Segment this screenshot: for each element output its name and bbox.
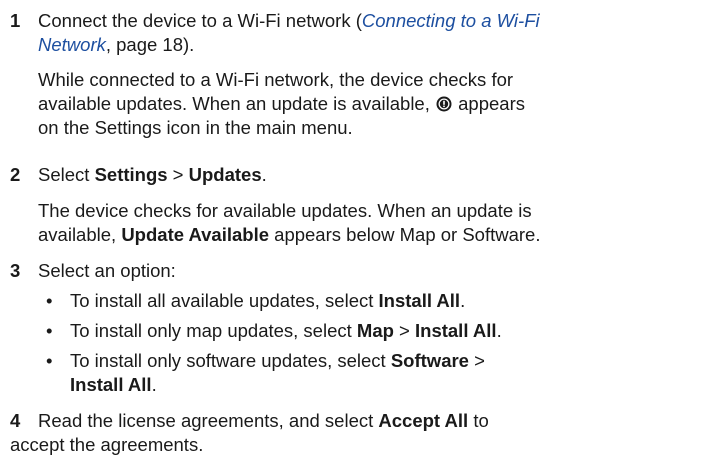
bullet-line: Install All. (70, 373, 706, 397)
para-text: appears (458, 93, 525, 114)
separator: > (167, 164, 189, 185)
software-label: Software (390, 350, 469, 371)
bullet-text-part: To install only software updates, select (70, 350, 391, 371)
para-line: While connected to a Wi-Fi network, the … (38, 69, 514, 90)
bullet-marker: • (46, 350, 53, 371)
alert-badge-icon (436, 96, 452, 112)
step-1-text-end: , page 18). (105, 34, 195, 55)
paragraph: The device checks for available updates.… (38, 199, 707, 247)
install-all-label: Install All (70, 374, 152, 395)
updates-label: Updates (188, 164, 262, 185)
step-1-text: Connect the device to a Wi-Fi network ( (38, 10, 362, 31)
step-body: Read the license agreements, and select … (38, 409, 707, 433)
step-body: Connect the device to a Wi-Fi network (C… (38, 9, 707, 57)
step-1-line-2: Network, page 18). (38, 33, 707, 57)
para-line: on the Settings icon in the main menu. (38, 117, 353, 138)
cross-reference-link-cont[interactable]: Network (38, 34, 106, 55)
step-body: Select an option: (38, 259, 707, 283)
bullet-text-end: . (496, 320, 502, 341)
step-text-end: . (261, 164, 267, 185)
step-text: Read the license agreements, and select (38, 410, 379, 431)
settings-label: Settings (94, 164, 168, 185)
bullet-text-part: To install all available updates, select (70, 290, 379, 311)
step-number: 3 (10, 260, 21, 281)
step-text: Select (38, 164, 95, 185)
para-text: available, (38, 224, 122, 245)
update-available-label: Update Available (121, 224, 270, 245)
step-4-line-2: accept the agreements. (10, 434, 204, 455)
step-4-line-1: Read the license agreements, and select … (38, 409, 707, 433)
bullet-line: To install only software updates, select… (70, 349, 706, 373)
document-page: 1 Connect the device to a Wi-Fi network … (0, 0, 713, 470)
separator: > (468, 350, 485, 371)
bullet-text-end: . (460, 290, 466, 311)
step-body: Select Settings > Updates. (38, 163, 707, 187)
para-text: appears below Map or Software. (269, 224, 541, 245)
install-all-label: Install All (378, 290, 461, 311)
step-1-line-1: Connect the device to a Wi-Fi network (C… (38, 9, 707, 33)
bullet-text: To install only map updates, select Map … (70, 319, 706, 343)
accept-all-label: Accept All (378, 410, 469, 431)
para-line: The device checks for available updates.… (38, 200, 532, 221)
install-all-label: Install All (415, 320, 497, 341)
bullet-text: To install only software updates, select… (70, 349, 706, 397)
bullet-text-end: . (151, 374, 157, 395)
bullet-text: To install all available updates, select… (70, 289, 706, 313)
para-text: available updates. When an update is ava… (38, 93, 430, 114)
paragraph: While connected to a Wi-Fi network, the … (38, 68, 707, 140)
bullet-marker: • (46, 320, 53, 341)
separator: > (393, 320, 415, 341)
step-number: 2 (10, 164, 21, 185)
step-number: 1 (10, 10, 21, 31)
para-line: available, Update Available appears belo… (38, 223, 707, 247)
map-label: Map (356, 320, 394, 341)
step-text: to (468, 410, 489, 431)
cross-reference-link[interactable]: Connecting to a Wi-Fi (362, 10, 540, 31)
para-line: available updates. When an update is ava… (38, 92, 707, 116)
step-2-line: Select Settings > Updates. (38, 163, 707, 187)
bullet-text-part: To install only map updates, select (70, 320, 357, 341)
step-text: Select an option: (38, 260, 176, 281)
step-number: 4 (10, 410, 21, 431)
bullet-marker: • (46, 290, 53, 311)
